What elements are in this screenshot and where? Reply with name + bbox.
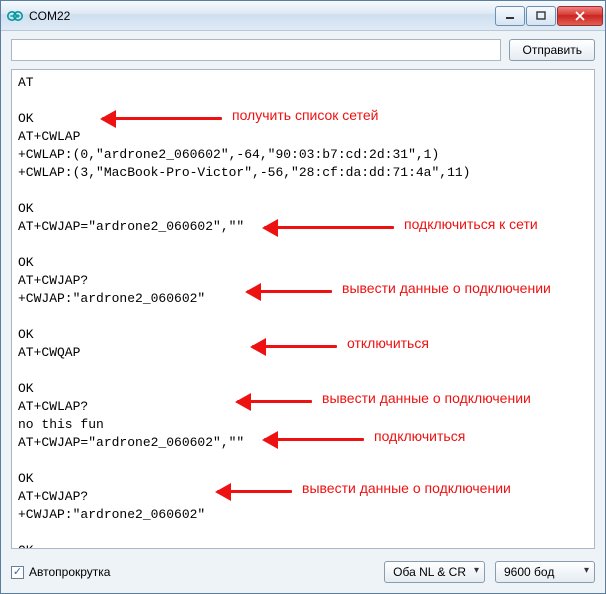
baud-select[interactable]: 9600 бод — [495, 561, 595, 583]
terminal-area[interactable]: AT OK AT+CWLAP +CWLAP:(0,"ardrone2_06060… — [11, 69, 595, 549]
bottom-row: ✓ Автопрокрутка Оба NL & CR 9600 бод — [1, 555, 605, 593]
terminal-text: AT OK AT+CWLAP +CWLAP:(0,"ardrone2_06060… — [12, 70, 594, 548]
autoscroll-label: Автопрокрутка — [29, 565, 110, 579]
lineending-select[interactable]: Оба NL & CR — [384, 561, 485, 583]
send-row: Отправить — [1, 31, 605, 69]
window-frame: COM22 Отправить AT OK AT+CWLAP +CWLAP:(0… — [0, 0, 606, 594]
minimize-button[interactable] — [495, 6, 525, 26]
send-button[interactable]: Отправить — [509, 39, 595, 61]
window-buttons — [495, 6, 603, 26]
baud-value: 9600 бод — [504, 565, 554, 579]
check-icon: ✓ — [13, 567, 22, 578]
app-icon — [7, 8, 23, 24]
close-button[interactable] — [557, 6, 603, 26]
autoscroll-checkbox[interactable]: ✓ Автопрокрутка — [11, 565, 374, 579]
maximize-button[interactable] — [526, 6, 556, 26]
serial-input[interactable] — [11, 39, 501, 61]
checkbox-box: ✓ — [11, 566, 24, 579]
window-title: COM22 — [29, 9, 495, 23]
titlebar: COM22 — [1, 1, 605, 31]
lineending-value: Оба NL & CR — [393, 565, 466, 579]
